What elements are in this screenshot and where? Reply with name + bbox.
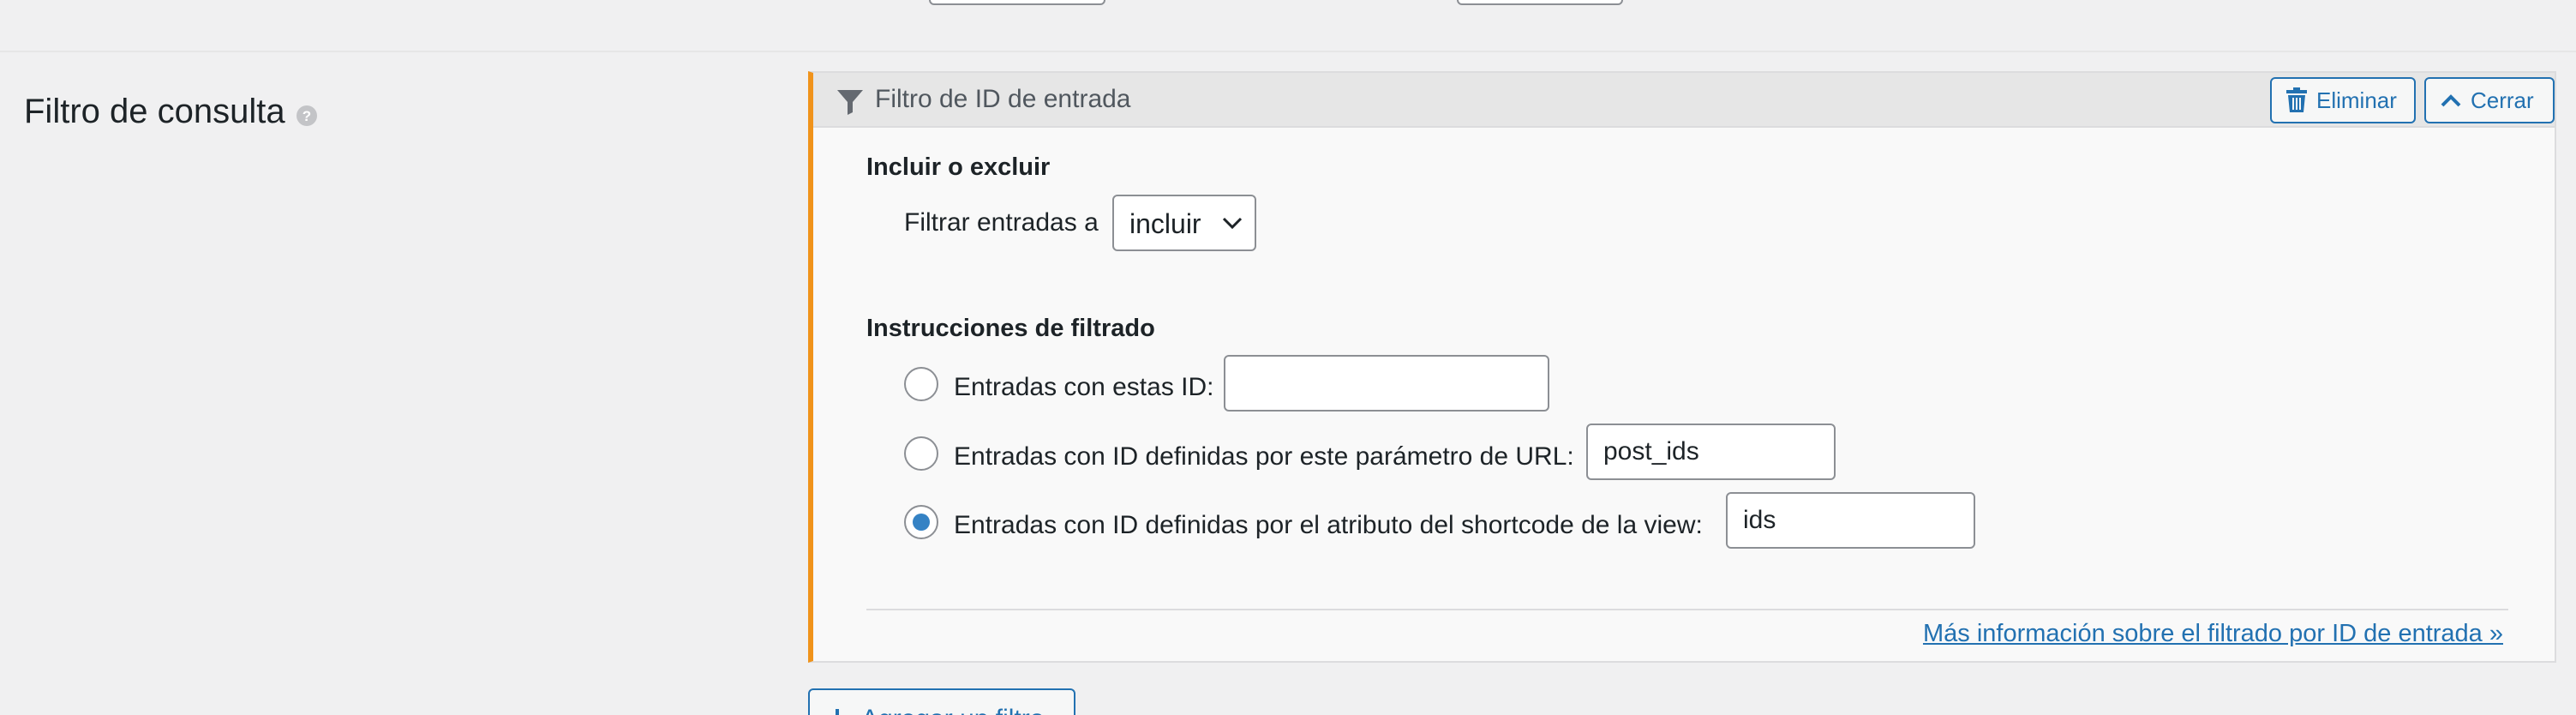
close-label: Cerrar — [2471, 87, 2534, 113]
panel-title: Filtro de ID de entrada — [875, 85, 1131, 113]
svg-text:?: ? — [302, 108, 310, 124]
delete-label: Eliminar — [2316, 87, 2397, 113]
delete-button[interactable]: Eliminar — [2270, 77, 2416, 123]
top-input-left[interactable] — [929, 0, 1105, 5]
include-exclude-select[interactable]: incluir — [1112, 195, 1256, 251]
include-exclude-selected: incluir — [1129, 208, 1201, 239]
filter-entries-label: Filtrar entradas a — [904, 208, 1099, 237]
ids-input[interactable] — [1224, 355, 1549, 412]
radio-url-param-option[interactable] — [904, 436, 938, 471]
section-separator — [0, 51, 2576, 52]
ids-option-label: Entradas con estas ID: — [954, 373, 1214, 401]
section-label: Filtro de consulta ? — [24, 93, 318, 131]
top-input-right[interactable] — [1457, 0, 1623, 5]
shortcode-attr-input[interactable]: ids — [1726, 492, 1975, 549]
more-info-link[interactable]: Más información sobre el filtrado por ID… — [1923, 620, 2503, 648]
instructions-heading: Instrucciones de filtrado — [866, 315, 1155, 342]
panel-header: Filtro de ID de entrada Eliminar Cerrar — [813, 73, 2555, 128]
chevron-up-icon — [2441, 94, 2461, 107]
shortcode-attr-option-label: Entradas con ID definidas por el atribut… — [954, 511, 1703, 539]
add-filter-button[interactable]: Agregar un filtro — [808, 688, 1075, 715]
post-id-filter-panel: Filtro de ID de entrada Eliminar Cerrar — [808, 71, 2556, 663]
filter-icon — [837, 90, 863, 115]
panel-divider — [866, 609, 2508, 610]
page: Filtro de consulta ? Filtro de ID de ent… — [0, 0, 2576, 715]
trash-icon — [2286, 87, 2307, 112]
url-param-option-label: Entradas con ID definidas por este parám… — [954, 442, 1574, 471]
include-exclude-heading: Incluir o excluir — [866, 153, 1051, 181]
add-filter-label: Agregar un filtro — [861, 705, 1044, 715]
close-button[interactable]: Cerrar — [2424, 77, 2555, 123]
plus-icon — [836, 709, 839, 715]
section-label-text: Filtro de consulta — [24, 93, 285, 130]
help-icon[interactable]: ? — [296, 105, 318, 127]
url-param-input[interactable]: post_ids — [1586, 424, 1836, 480]
chevron-down-icon — [1222, 217, 1243, 230]
radio-shortcode-attr-option[interactable] — [904, 505, 938, 539]
radio-ids-option[interactable] — [904, 367, 938, 401]
